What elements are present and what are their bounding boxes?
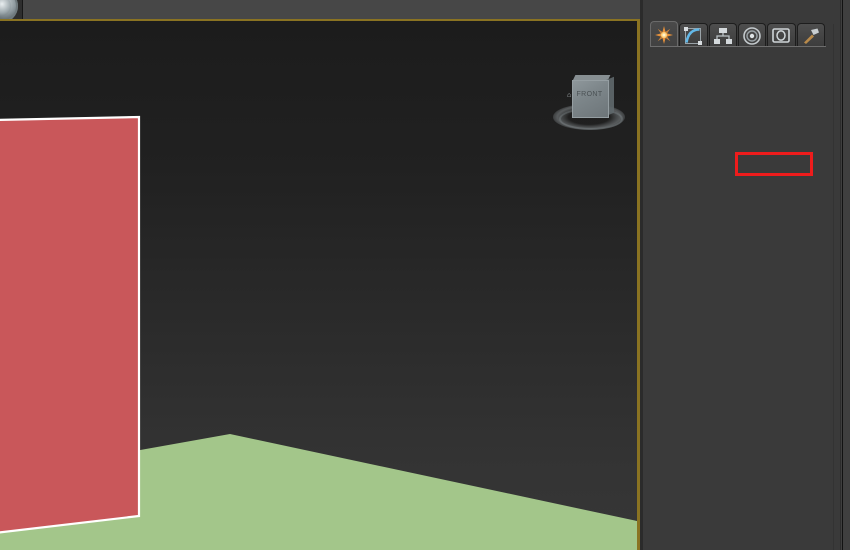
toolbar-corner-button[interactable]: [0, 0, 23, 19]
star-burst-icon: [655, 25, 674, 44]
tab-motion[interactable]: [737, 23, 767, 47]
viewport-canvas[interactable]: ⌂ FRONT: [0, 21, 637, 550]
3dsmax-window: ⌂ FRONT: [0, 0, 850, 550]
tab-modify[interactable]: [679, 23, 708, 47]
hierarchy-icon: [713, 27, 732, 44]
perspective-viewport[interactable]: ⌂ FRONT: [0, 19, 640, 550]
modify-curve-icon: [684, 26, 703, 45]
viewcube[interactable]: ⌂ FRONT: [549, 75, 629, 134]
hammer-icon: [803, 28, 819, 44]
command-panel: RayFire - Object Type AutoGrid RF Cache: [643, 0, 850, 550]
tab-create[interactable]: [650, 21, 679, 47]
viewcube-front-face[interactable]: [572, 80, 609, 118]
box-mesh: [0, 115, 141, 534]
tab-hierarchy[interactable]: [708, 23, 737, 47]
tab-utilities[interactable]: [796, 23, 825, 47]
display-monitor-icon: [772, 27, 791, 43]
viewport-geometry: [0, 115, 637, 550]
material-orb-icon: [0, 0, 18, 19]
command-panel-divider: [833, 24, 834, 550]
motion-wheel-icon: [743, 26, 761, 45]
command-panel-scroll-track[interactable]: [842, 0, 843, 550]
viewcube-face-label: FRONT: [576, 91, 603, 98]
home-icon[interactable]: ⌂: [567, 92, 571, 99]
tab-display[interactable]: [767, 23, 796, 47]
command-panel-tab-underline: [650, 46, 826, 47]
command-panel-tabs: [650, 21, 826, 47]
toolbar-strip: [0, 0, 640, 19]
